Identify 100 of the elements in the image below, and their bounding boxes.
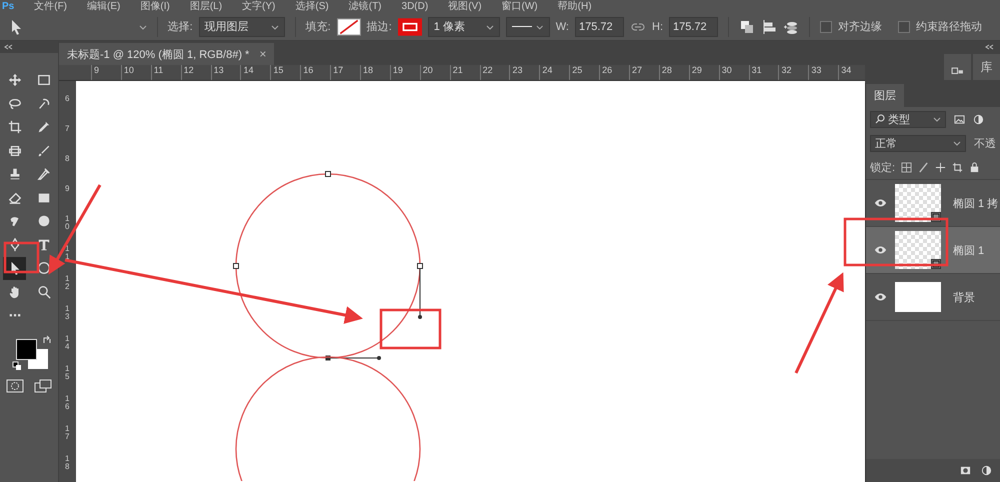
ruler-number: 16 <box>300 65 330 80</box>
ruler-number: 21 <box>450 65 480 80</box>
properties-tab-icon[interactable] <box>944 54 971 80</box>
layers-tab[interactable]: 图层 <box>866 84 904 107</box>
layer-row[interactable]: 背景 <box>866 274 1000 321</box>
ruler-number: 11 <box>150 65 181 80</box>
caret-icon <box>486 22 494 30</box>
caret-icon <box>953 139 961 147</box>
ruler-number: 15 <box>270 65 300 80</box>
layer-row[interactable]: 椭圆 1 <box>866 227 1000 274</box>
screen-mode-icon[interactable] <box>34 378 52 392</box>
eye-icon[interactable] <box>874 245 887 255</box>
move-icon[interactable] <box>935 162 946 172</box>
menu-item[interactable]: 图层(L) <box>190 1 222 13</box>
ruler-number: 18 <box>65 455 70 473</box>
menu-item[interactable]: 3D(D) <box>402 1 428 13</box>
stroke-width-dropdown[interactable]: 1 像素 <box>428 16 500 36</box>
ruler-number: 32 <box>778 65 808 80</box>
ruler-number: 18 <box>360 65 390 80</box>
crop-icon[interactable] <box>952 162 964 172</box>
ruler-number: 23 <box>509 65 540 80</box>
ruler-number: 10 <box>120 65 151 80</box>
collapse-icon[interactable] <box>3 44 13 50</box>
checkbox-option[interactable]: 约束路径拖动 <box>898 19 982 34</box>
color-swatches-icon[interactable] <box>16 338 48 368</box>
ruler-number: 7 <box>65 125 70 135</box>
eye-icon[interactable] <box>874 198 887 208</box>
ruler-number: 15 <box>65 365 70 383</box>
ruler-number: 27 <box>629 65 659 80</box>
ruler-number: 17 <box>330 65 360 80</box>
menu-item[interactable]: 文件(F) <box>34 1 68 13</box>
menu-item[interactable]: 文字(Y) <box>242 1 276 13</box>
menu-item[interactable]: 图像(I) <box>140 1 170 13</box>
opacity-label: 不透 <box>974 136 996 150</box>
ruler-number: 28 <box>658 65 689 80</box>
ruler-number: 10 <box>65 215 70 233</box>
lock-icon[interactable] <box>969 162 980 172</box>
lock-label: 锁定: <box>870 160 896 174</box>
ruler-number: 9 <box>65 185 70 195</box>
image-filter-icon[interactable] <box>954 114 965 124</box>
ruler-number: 12 <box>180 65 211 80</box>
adjustment-layer-icon[interactable] <box>981 465 992 476</box>
align-icon[interactable] <box>761 18 777 34</box>
highlight-box <box>4 242 40 274</box>
quick-mask-icon[interactable] <box>6 378 24 392</box>
caret-icon <box>933 115 941 123</box>
ruler-number: 24 <box>539 65 570 80</box>
ruler-number: 16 <box>65 395 70 413</box>
default-colors-icon[interactable] <box>12 360 22 370</box>
ruler-number: 12 <box>65 275 70 293</box>
menu-item[interactable]: 选择(S) <box>295 1 329 13</box>
eye-icon[interactable] <box>874 292 887 302</box>
layer-select-dropdown[interactable]: 现用图层 <box>198 16 285 36</box>
ruler-number: 8 <box>65 155 70 165</box>
checkbox-option[interactable]: 对齐边缘 <box>820 19 882 34</box>
ruler-number: 20 <box>420 65 450 80</box>
ruler-number: 9 <box>91 65 121 80</box>
library-tab[interactable]: 库 <box>973 54 1000 80</box>
ruler-number: 29 <box>688 65 719 80</box>
swap-colors-icon[interactable] <box>42 334 52 344</box>
ruler-number: 14 <box>65 335 70 353</box>
menu-item[interactable]: 窗口(W) <box>502 1 538 13</box>
ruler-number: 25 <box>569 65 600 80</box>
caret-icon[interactable] <box>138 22 147 30</box>
stroke-label: 描边: <box>366 20 392 34</box>
lock-pixels-icon[interactable] <box>901 162 912 172</box>
width-field[interactable]: 175.72 <box>575 16 624 36</box>
menu-item[interactable]: 滤镜(T) <box>348 1 382 13</box>
line-style-dropdown[interactable] <box>506 16 550 36</box>
adjustment-filter-icon[interactable] <box>973 114 984 124</box>
menu-item[interactable]: 编辑(E) <box>87 1 120 13</box>
ruler-number: 33 <box>808 65 838 80</box>
layer-mask-icon[interactable] <box>960 465 971 476</box>
ruler-number: 19 <box>390 65 420 80</box>
close-tab-button[interactable]: × <box>259 47 266 61</box>
ruler-number: 17 <box>65 425 70 443</box>
fill-label: 填充: <box>306 20 331 34</box>
height-field[interactable]: 175.72 <box>669 16 718 36</box>
ruler-number: 13 <box>210 65 240 80</box>
brush-icon[interactable] <box>918 162 930 172</box>
ruler-number: 13 <box>65 305 70 323</box>
caret-icon <box>270 22 279 30</box>
ruler-number: 30 <box>718 65 749 80</box>
collapse-icon[interactable] <box>984 44 994 50</box>
ruler-number: 14 <box>240 65 270 80</box>
app-logo: Ps <box>2 1 14 13</box>
menu-item[interactable]: 帮助(H) <box>558 1 592 13</box>
highlight-box <box>380 308 442 350</box>
blend-mode-dropdown[interactable]: 正常 <box>870 134 966 152</box>
ruler-number: 11 <box>65 245 70 263</box>
width-label: W: <box>556 20 569 32</box>
stroke-swatch[interactable] <box>398 18 422 36</box>
path-operations-icon[interactable] <box>739 18 755 34</box>
fill-swatch[interactable] <box>336 18 361 36</box>
menu-item[interactable]: 视图(V) <box>448 1 482 13</box>
line-style-preview <box>512 26 532 28</box>
ruler-number: 6 <box>65 95 70 105</box>
filter-dropdown[interactable]: 类型 <box>870 110 946 128</box>
document-tab[interactable]: 未标题-1 @ 120% (椭圆 1, RGB/8#) * × <box>59 43 274 65</box>
layer-row[interactable]: 椭圆 1 拷 <box>866 180 1000 227</box>
